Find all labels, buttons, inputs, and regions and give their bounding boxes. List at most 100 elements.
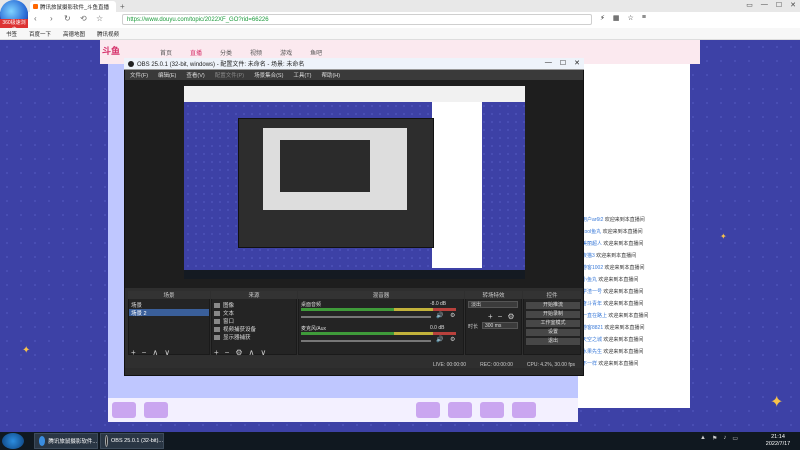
preview-browser-chrome xyxy=(184,86,525,102)
menu-scene-collection[interactable]: 场景集合(S) xyxy=(254,71,283,79)
obs-status-bar: LIVE: 00:00:00 REC: 00:00:00 CPU: 4.2%, … xyxy=(125,360,583,370)
speaker-icon[interactable]: 🔊 xyxy=(436,312,443,319)
network-icon[interactable]: ▲ xyxy=(700,435,706,442)
sparkle-icon: ✦ xyxy=(770,394,784,411)
maximize-icon[interactable]: ☐ xyxy=(776,1,782,9)
bookmark-item[interactable]: 百度一下 xyxy=(29,30,51,38)
site-nav-item[interactable]: 首页 xyxy=(160,48,172,57)
bookmark-item[interactable]: 高德地图 xyxy=(63,30,85,38)
url-input[interactable]: https://www.douyu.com/topic/2022XF_GO?ri… xyxy=(122,14,592,25)
source-item[interactable]: 窗口 xyxy=(214,317,234,325)
studio-mode-button[interactable]: 工作室模式 xyxy=(525,319,581,328)
duration-label: 时长 xyxy=(468,324,479,330)
menu-view[interactable]: 查看(V) xyxy=(186,71,204,79)
bookmark-item[interactable]: 书签 xyxy=(6,30,17,38)
menu-help[interactable]: 帮助(H) xyxy=(321,71,340,79)
maximize-icon[interactable]: ☐ xyxy=(560,59,566,67)
browser-tab-active[interactable]: 腾讯旅鼠摄影软件_斗鱼直播 xyxy=(30,1,116,12)
menu-profile[interactable]: 配置文件(P) xyxy=(215,71,244,79)
gear-icon[interactable]: ⚙ xyxy=(507,312,514,321)
grid-icon[interactable]: ▦ xyxy=(613,14,620,22)
start-streaming-button[interactable]: 开始推流 xyxy=(525,301,581,310)
site-nav-item[interactable]: 鱼吧 xyxy=(310,48,322,57)
gear-icon[interactable]: ⚙ xyxy=(450,312,455,319)
chat-message: 游客8821 欢迎来到本直播间 xyxy=(582,325,645,331)
move-down-icon[interactable]: ∨ xyxy=(260,348,266,357)
flash-icon[interactable]: ⚡ xyxy=(600,14,605,22)
remove-icon[interactable]: − xyxy=(498,312,503,321)
transition-select[interactable]: 淡出 xyxy=(468,301,518,308)
taskbar-clock[interactable]: 21:14 2022/7/17 xyxy=(760,434,796,448)
site-nav-item[interactable]: 视频 xyxy=(250,48,262,57)
reload-icon[interactable]: ↻ xyxy=(64,14,71,23)
menu-icon[interactable]: ≡ xyxy=(642,14,646,22)
volume-slider[interactable] xyxy=(301,316,431,318)
gear-icon[interactable]: ⚙ xyxy=(450,336,455,343)
source-item[interactable]: 文本 xyxy=(214,309,234,317)
minimize-icon[interactable]: — xyxy=(761,1,768,9)
taskbar-item-browser[interactable]: 腾讯旅鼠摄影软件... xyxy=(34,433,98,449)
chat-message: 小鱼丸 欢迎来到本直播间 xyxy=(582,277,639,283)
undo-icon[interactable]: ⟲ xyxy=(80,14,87,23)
add-icon[interactable]: + xyxy=(131,348,136,357)
duration-input[interactable]: 300 ms xyxy=(482,322,518,329)
remove-icon[interactable]: − xyxy=(142,348,147,357)
source-item[interactable]: 图像 xyxy=(214,301,234,309)
volume-icon[interactable]: ♪ xyxy=(723,435,726,442)
close-icon[interactable]: ✕ xyxy=(574,59,580,67)
scene-item[interactable]: 场景 xyxy=(131,301,142,309)
bookmark-item[interactable]: 腾讯视频 xyxy=(97,30,119,38)
speaker-icon[interactable]: 🔊 xyxy=(436,336,443,343)
gift-item[interactable] xyxy=(448,402,472,418)
chat-message: 学渣一号 欢迎来到本直播间 xyxy=(582,289,644,295)
start-recording-button[interactable]: 开始录制 xyxy=(525,310,581,319)
menu-edit[interactable]: 编辑(E) xyxy=(158,71,176,79)
menu-file[interactable]: 文件(F) xyxy=(130,71,148,79)
gift-item[interactable] xyxy=(112,402,136,418)
move-up-icon[interactable]: ∧ xyxy=(152,348,158,357)
gift-item[interactable] xyxy=(416,402,440,418)
move-down-icon[interactable]: ∨ xyxy=(164,348,170,357)
site-nav-item[interactable]: 分类 xyxy=(220,48,232,57)
remove-icon[interactable]: − xyxy=(225,348,230,357)
browser-window-controls: ▭ — ☐ ✕ xyxy=(746,1,796,9)
mixer-track-label: 麦克风/Aux xyxy=(301,326,327,332)
minimize-icon[interactable]: — xyxy=(545,59,552,67)
star-icon[interactable]: ☆ xyxy=(96,14,103,23)
monitor-icon[interactable]: ▭ xyxy=(732,435,738,442)
source-item[interactable]: 显示器捕获 xyxy=(214,333,251,341)
obs-icon xyxy=(105,435,109,447)
menu-tools[interactable]: 工具(T) xyxy=(293,71,311,79)
close-icon[interactable]: ✕ xyxy=(790,1,796,9)
gear-icon[interactable]: ⚙ xyxy=(235,348,242,357)
volume-meter xyxy=(301,308,456,311)
add-icon[interactable]: + xyxy=(214,348,219,357)
scene-item-selected[interactable]: 场景 2 xyxy=(131,309,147,317)
source-item[interactable]: 视频捕获设备 xyxy=(214,325,256,333)
bookmark-icon[interactable]: ☆ xyxy=(628,14,634,22)
live-time: LIVE: 00:00:00 xyxy=(433,362,467,368)
chat-panel: 用户ar6t2 欢迎来到本直播间 cool鱼丸 欢迎来到本直播间 美丽超人 欢迎… xyxy=(578,64,690,408)
flag-icon[interactable]: ⚑ xyxy=(712,435,717,442)
exit-button[interactable]: 退出 xyxy=(525,337,581,346)
chat-message: 游客1002 欢迎来到本直播间 xyxy=(582,265,645,271)
cpu-fps: CPU: 4.2%, 30.00 fps xyxy=(526,362,575,368)
taskbar-item-obs[interactable]: OBS 25.0.1 (32-bit)... xyxy=(100,433,164,449)
gift-item[interactable] xyxy=(480,402,504,418)
obs-menu-bar: 文件(F) 编辑(E) 查看(V) 配置文件(P) 场景集合(S) 工具(T) … xyxy=(125,70,583,80)
move-up-icon[interactable]: ∧ xyxy=(249,348,255,357)
new-tab-button[interactable]: + xyxy=(120,2,125,11)
forward-icon[interactable]: › xyxy=(50,14,53,23)
volume-slider[interactable] xyxy=(301,340,431,342)
add-icon[interactable]: + xyxy=(488,312,493,321)
back-icon[interactable]: ‹ xyxy=(34,14,37,23)
restore-icon[interactable]: ▭ xyxy=(746,1,753,9)
site-logo[interactable]: 斗鱼 xyxy=(102,44,120,57)
url-text: https://www.douyu.com/topic/2022XF_GO?ri… xyxy=(127,16,269,23)
site-nav-item[interactable]: 游戏 xyxy=(280,48,292,57)
gift-item[interactable] xyxy=(512,402,536,418)
settings-button[interactable]: 设置 xyxy=(525,328,581,337)
site-nav-item[interactable]: 直播 xyxy=(190,48,202,57)
gift-item[interactable] xyxy=(144,402,168,418)
start-button[interactable] xyxy=(2,433,24,449)
